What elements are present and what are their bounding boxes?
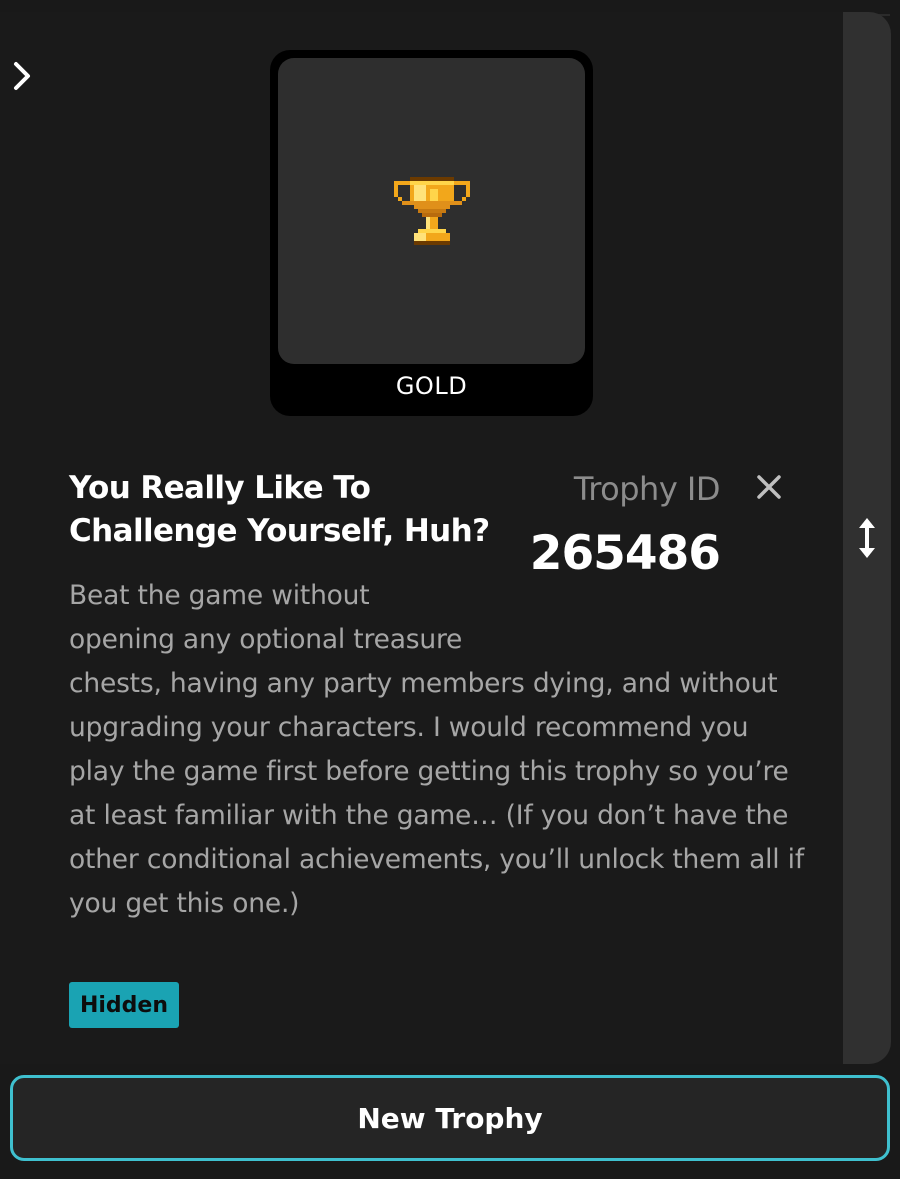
vertical-resize-icon[interactable] [852,516,882,560]
close-icon[interactable] [752,470,786,504]
trophy-art [278,58,585,364]
trophy-id-value: 265486 [529,526,721,581]
gold-trophy-icon [393,177,470,245]
trophy-id-label: Trophy ID [573,470,721,508]
trophy-title: You Really Like To Challenge Yourself, H… [69,470,490,549]
trophy-description-intro: Beat the game without opening any option… [69,574,529,662]
new-trophy-button[interactable]: New Trophy [10,1075,890,1161]
trophy-card: GOLD [270,50,593,416]
chevron-right-icon[interactable] [6,58,38,94]
description-line: opening any optional treasure [69,624,463,655]
trophy-tier-label: GOLD [395,372,468,400]
hidden-badge: Hidden [69,982,179,1028]
trophy-description: chests, having any party members dying, … [69,668,804,919]
description-line: Beat the game without [69,580,370,611]
